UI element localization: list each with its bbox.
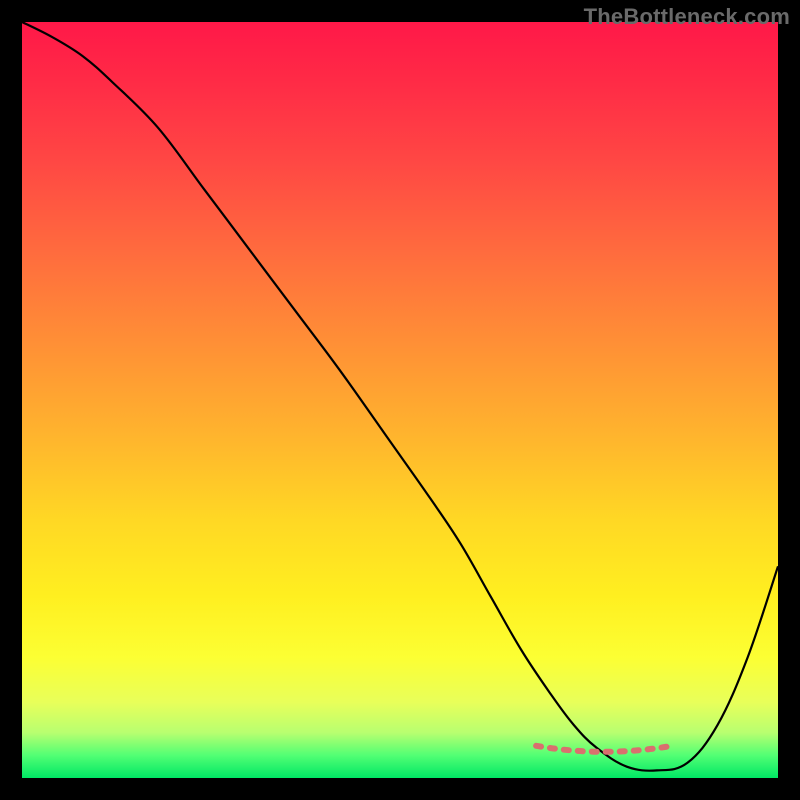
plot-outer-frame: [22, 22, 778, 778]
plot-gradient-background: [22, 22, 778, 778]
watermark-link[interactable]: TheBottleneck.com: [584, 4, 790, 30]
chart-container: TheBottleneck.com: [0, 0, 800, 800]
